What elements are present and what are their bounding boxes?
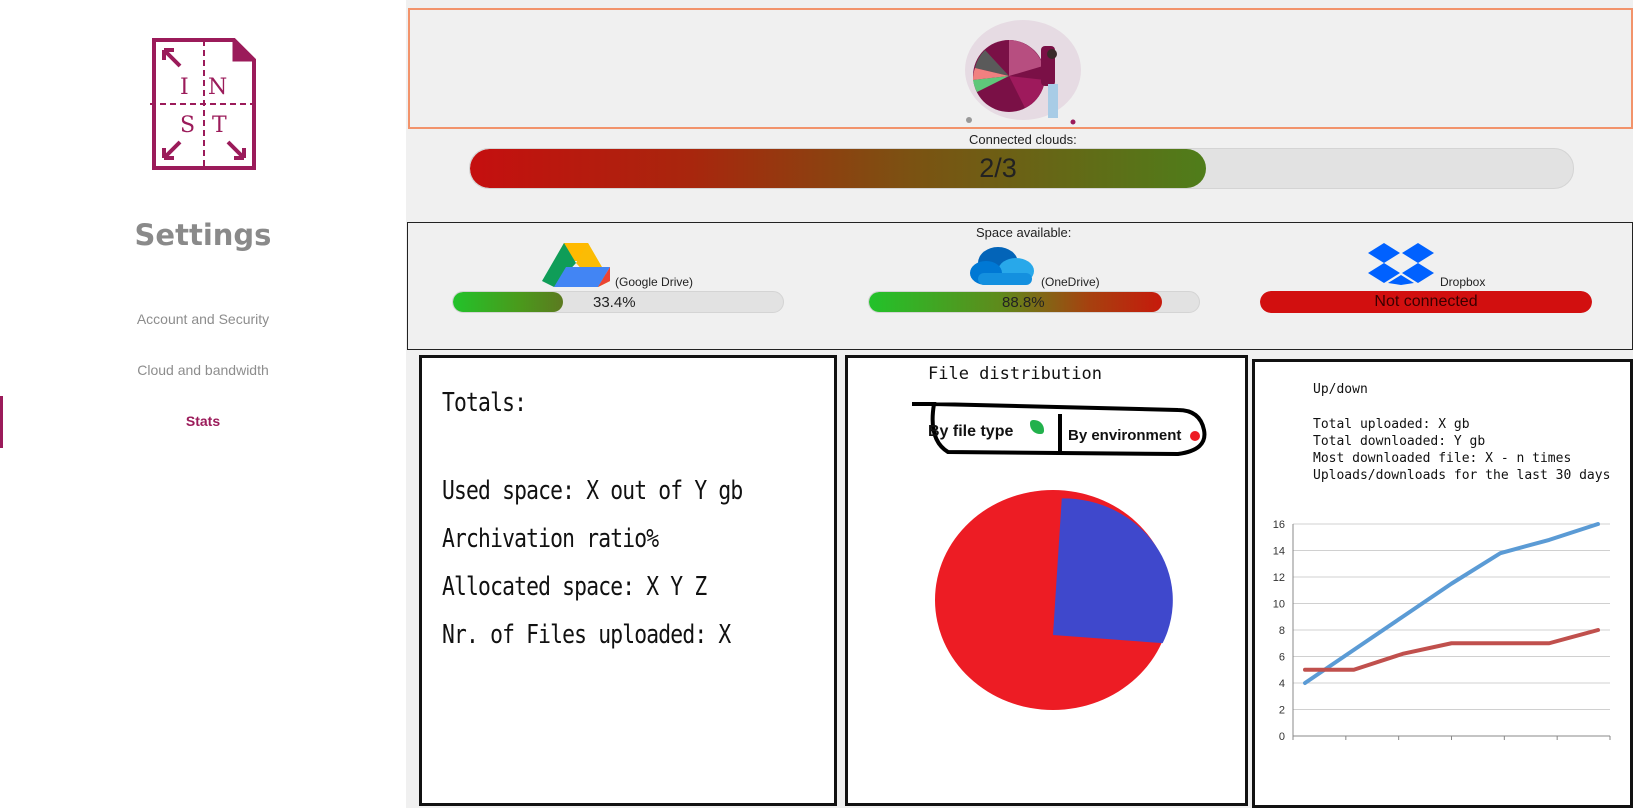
hero-banner xyxy=(408,8,1633,129)
pie-chart-illustration xyxy=(965,20,1081,125)
updown-line-chart: 0 2 4 6 8 10 12 14 16 xyxy=(1273,519,1611,743)
sidebar: I N S T Settings Account and Security Cl… xyxy=(0,0,390,808)
total-uploaded-text: Total uploaded: X gb xyxy=(1313,417,1470,432)
dropbox-progress: Not connected xyxy=(1260,291,1592,313)
google-drive-progress: 33.4% xyxy=(452,291,784,313)
tab-by-file-type[interactable]: By file type xyxy=(928,423,1013,441)
google-drive-icon xyxy=(542,243,610,287)
y-tick-label: 6 xyxy=(1279,652,1285,664)
space-available-panel: Space available: (Google Drive) 33.4% (O… xyxy=(407,222,1633,350)
used-space-text: Used space: X out of Y gb xyxy=(442,476,743,506)
last-30-days-text: Uploads/downloads for the last 30 days xyxy=(1313,468,1611,483)
app-logo: I N S T xyxy=(150,38,258,170)
dropbox-label: Dropbox xyxy=(1440,275,1486,289)
sidebar-item-account-security[interactable]: Account and Security xyxy=(0,311,406,327)
updown-title: Up/down xyxy=(1313,382,1368,397)
onedrive-value: 88.8% xyxy=(1002,293,1045,311)
file-distribution-title: File distribution xyxy=(928,364,1102,384)
totals-card: Totals: Used space: X out of Y gb Archiv… xyxy=(419,355,837,806)
totals-heading: Totals: xyxy=(442,388,527,418)
y-tick-label: 12 xyxy=(1273,572,1285,584)
total-downloaded-text: Total downloaded: Y gb xyxy=(1313,434,1486,449)
y-tick-label: 4 xyxy=(1279,678,1285,690)
svg-text:S: S xyxy=(180,113,195,138)
pie-slice-secondary xyxy=(1053,498,1173,644)
y-tick-label: 8 xyxy=(1279,625,1285,637)
svg-text:N: N xyxy=(208,75,227,100)
dropbox-value: Not connected xyxy=(1374,293,1478,310)
connected-clouds-value: 2/3 xyxy=(979,153,1017,183)
space-available-label: Space available: xyxy=(976,225,1072,240)
file-distribution-card: File distribution By file type By enviro… xyxy=(845,355,1248,806)
sidebar-item-cloud-bandwidth[interactable]: Cloud and bandwidth xyxy=(0,362,406,378)
page-title: Settings xyxy=(134,218,272,252)
onedrive-icon xyxy=(970,247,1034,285)
onedrive-progress: 88.8% xyxy=(868,291,1200,313)
environment-marker-icon xyxy=(1190,431,1200,441)
tab-by-environment[interactable]: By environment xyxy=(1068,427,1181,444)
active-nav-indicator xyxy=(0,396,3,448)
onedrive-label: (OneDrive) xyxy=(1041,275,1100,289)
series-line-downloads xyxy=(1303,628,1600,672)
file-distribution-pie xyxy=(935,490,1173,710)
allocated-space-text: Allocated space: X Y Z xyxy=(442,572,707,602)
connected-clouds-label: Connected clouds: xyxy=(969,132,1077,147)
updown-card: Up/down Total uploaded: X gb Total downl… xyxy=(1252,359,1633,808)
svg-text:T: T xyxy=(212,113,227,138)
y-tick-label: 0 xyxy=(1279,731,1285,743)
google-drive-value: 33.4% xyxy=(593,293,636,311)
sidebar-item-stats[interactable]: Stats xyxy=(0,413,406,429)
y-tick-label: 16 xyxy=(1273,519,1285,531)
google-drive-label: (Google Drive) xyxy=(615,275,694,289)
files-uploaded-text: Nr. of Files uploaded: X xyxy=(442,620,731,650)
y-tick-label: 2 xyxy=(1279,705,1285,717)
most-downloaded-text: Most downloaded file: X - n times xyxy=(1313,451,1572,466)
dropbox-icon xyxy=(1368,243,1434,285)
svg-text:I: I xyxy=(180,75,189,100)
connected-clouds-progress: 2/3 xyxy=(469,148,1574,189)
archivation-ratio-text: Archivation ratio% xyxy=(442,524,659,554)
y-tick-label: 10 xyxy=(1273,599,1285,611)
y-tick-label: 14 xyxy=(1273,546,1285,558)
